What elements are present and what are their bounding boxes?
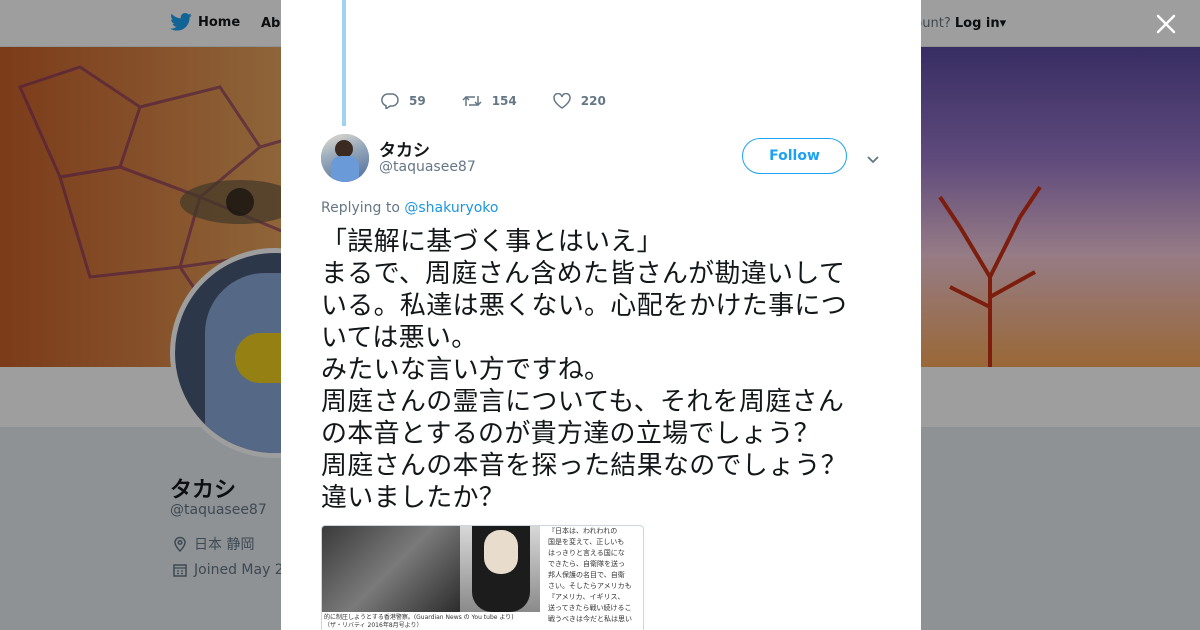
like-count: 220 (580, 94, 606, 108)
media-line: はっきりと言える国にな (548, 549, 625, 557)
replying-to-prefix: Replying to (321, 200, 405, 216)
media-line: 送ってきたら戦い続けるこ (548, 604, 632, 612)
tweet-modal: 59 154 220 タカシ @taquasee87 Follow Replyi… (281, 0, 921, 630)
avatar[interactable] (321, 134, 369, 182)
media-article-text: 『日本は、われわれの 国是を変えて、正しいも はっきりと言える国にな できたら、… (544, 526, 642, 630)
media-line: 戦うべきは今だと私は思い (548, 615, 632, 623)
media-caption: 的に制圧しようとする香港警察。(Guardian News の You tube… (324, 614, 514, 629)
reply-action[interactable]: 59 (381, 93, 426, 109)
reply-icon (381, 93, 399, 109)
more-options-button[interactable] (866, 150, 880, 169)
retweet-icon (462, 95, 482, 107)
media-line: 『日本は、われわれの (548, 527, 618, 535)
tweet-text: 「誤解に基づく事とはいえ」 まるで、周庭さん含めた皆さんが勘違いして いる。私達… (321, 227, 848, 513)
tweet-author-name[interactable]: タカシ (379, 136, 430, 161)
media-line: 邦人保護の名目で、自衛 (548, 571, 625, 579)
media-line: できたら、自衛隊を送っ (548, 560, 625, 568)
tweet-media-image[interactable]: 的に制圧しようとする香港警察。(Guardian News の You tube… (321, 525, 644, 630)
like-action[interactable]: 220 (553, 93, 606, 109)
reply-count: 59 (409, 94, 426, 108)
like-icon (553, 93, 571, 109)
media-line: 『アメリカ、イギリス、 (548, 593, 625, 601)
media-line: さい。そしたらアメリカも (548, 582, 632, 590)
follow-button[interactable]: Follow (742, 138, 847, 174)
replying-to-mention[interactable]: @shakuryoko (404, 200, 498, 216)
chevron-down-icon (867, 156, 879, 164)
media-portrait-face (484, 530, 518, 574)
close-icon (1156, 14, 1176, 34)
replying-to: Replying to @shakuryoko (321, 200, 498, 216)
media-photo-police (322, 526, 460, 612)
media-line: 国是を変えて、正しいも (548, 538, 625, 546)
retweet-action[interactable]: 154 (462, 93, 517, 109)
thread-connector (342, 0, 346, 126)
tweet-author-handle[interactable]: @taquasee87 (379, 159, 476, 175)
close-button[interactable] (1152, 10, 1180, 38)
retweet-count: 154 (491, 94, 517, 108)
previous-tweet-actions: 59 154 220 (381, 93, 642, 109)
